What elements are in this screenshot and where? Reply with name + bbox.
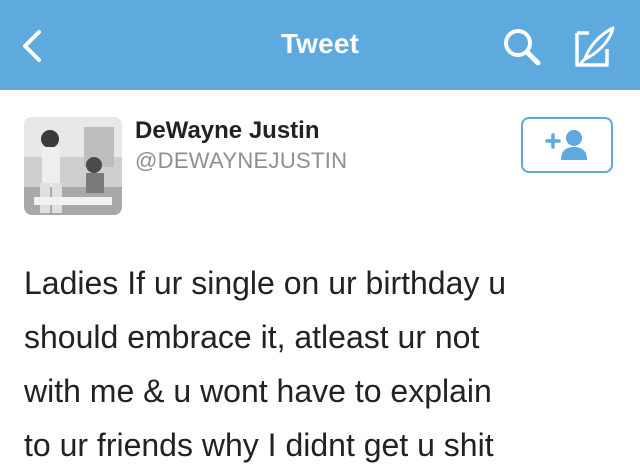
search-button[interactable] bbox=[496, 22, 548, 72]
follow-button[interactable] bbox=[521, 117, 613, 173]
avatar[interactable] bbox=[24, 117, 122, 215]
tweet-text-line: Ladies If ur single on ur birthday u bbox=[24, 265, 507, 301]
tweet-text-line: with me & u wont have to explain bbox=[24, 373, 492, 409]
author-display-name[interactable]: DeWayne Justin bbox=[135, 117, 320, 145]
tweet-text-line: should embrace it, atleast ur not bbox=[24, 319, 480, 355]
top-navigation-bar: Tweet bbox=[0, 0, 640, 90]
add-user-icon bbox=[545, 130, 587, 160]
author-handle[interactable]: @DEWAYNEJUSTIN bbox=[135, 148, 347, 174]
compose-icon bbox=[575, 26, 615, 67]
tweet-text-line: to ur friends why I didnt get u shit bbox=[24, 427, 494, 463]
search-icon bbox=[504, 29, 541, 66]
tweet-body: Ladies If ur single on ur birthday u sho… bbox=[24, 256, 624, 472]
compose-button[interactable] bbox=[566, 22, 622, 72]
avatar-photo bbox=[24, 117, 122, 215]
